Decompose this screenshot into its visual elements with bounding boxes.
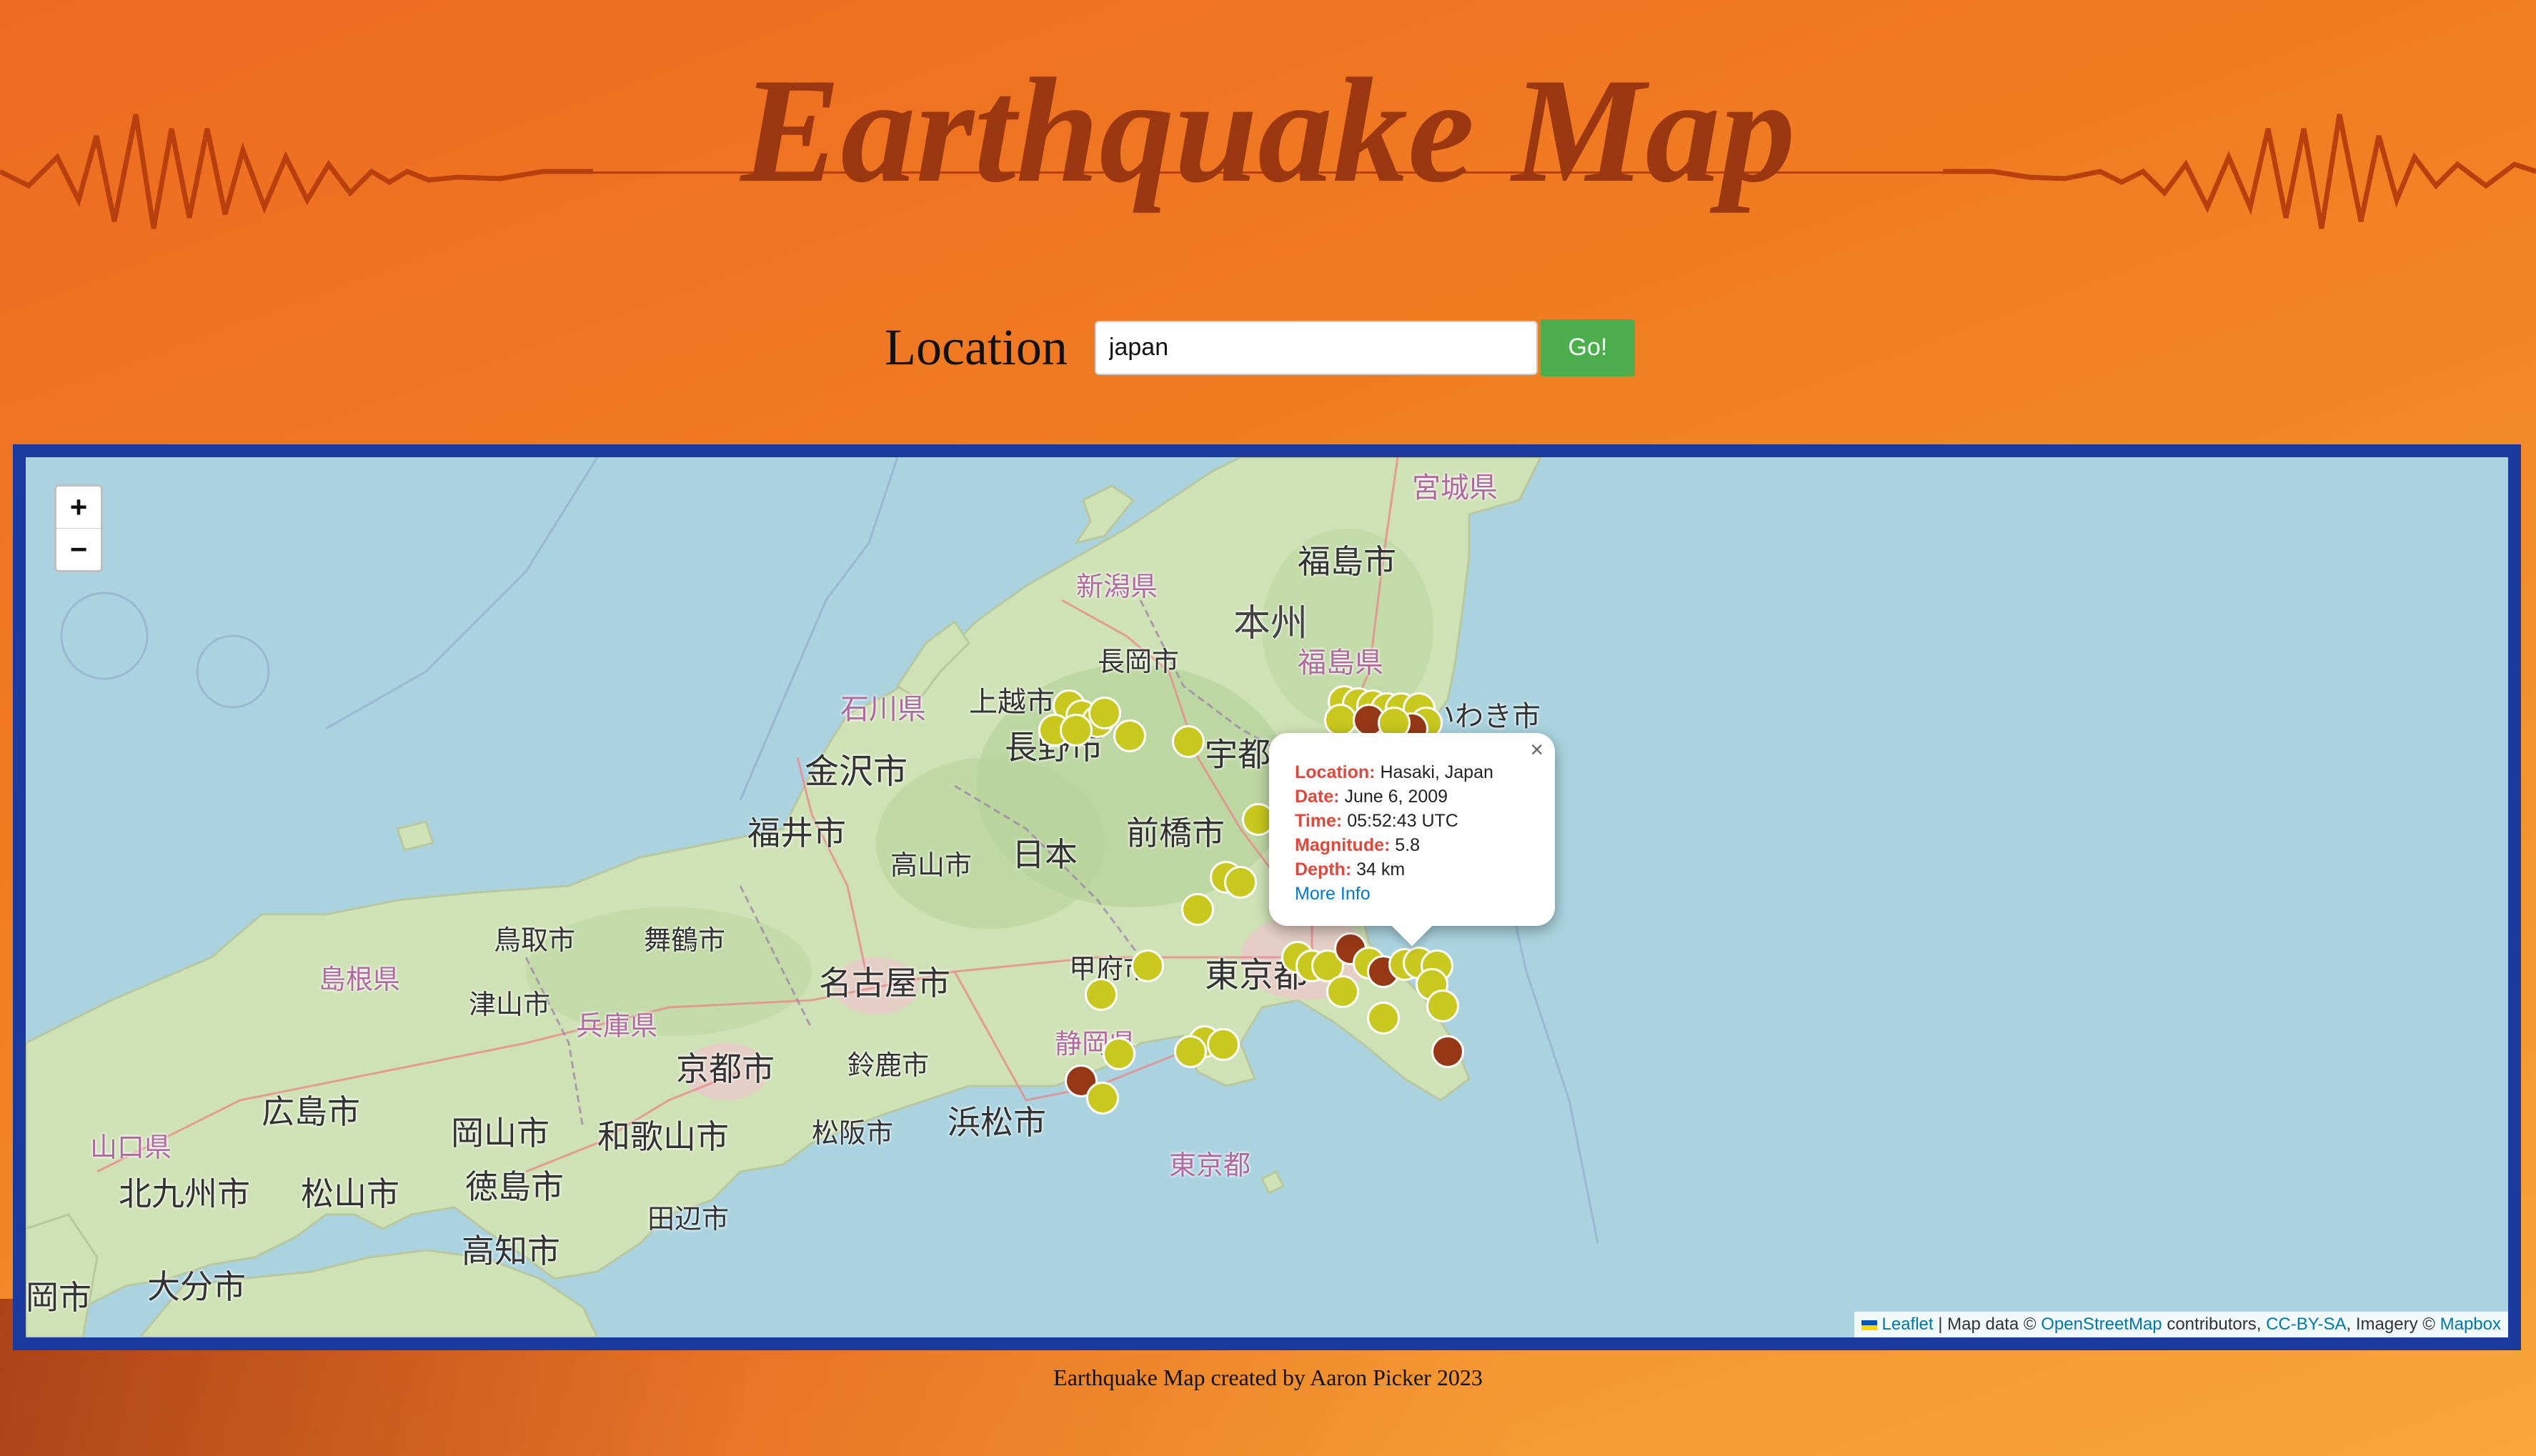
popup-date-value: June 6, 2009 [1344,787,1448,807]
page-title: Earthquake Map [740,48,1796,214]
map-frame: + − 宮城県 新潟県 福島市 本州 福島県 長岡市 石川県 上越市 いわき市 金沢市 長野市 宇都宮… [13,444,2521,1350]
map[interactable]: + − 宮城県 新潟県 福島市 本州 福島県 長岡市 石川県 上越市 いわき市 金沢市 長野市 宇都宮… [26,457,2508,1337]
map-label: 島根県 [319,964,401,995]
popup-location-row: Location: Hasaki, Japan [1295,760,1529,784]
popup-more-info-link[interactable]: More Info [1295,884,1371,904]
map-label: 鈴鹿市 [847,1049,930,1081]
map-label: いわき市 [1426,700,1541,733]
map-label: 福井市 [747,814,846,852]
map-label: 上越市 [969,686,1055,719]
map-label: 長岡市 [1098,646,1180,677]
map-label: 高知市 [462,1232,560,1270]
zoom-in-button[interactable]: + [56,487,101,529]
map-label: 兵庫県 [576,1010,658,1042]
popup-magnitude-row: Magnitude: 5.8 [1295,833,1529,857]
map-label: 福島県 [1298,647,1383,679]
earthquake-marker[interactable] [1085,978,1118,1011]
attribution-text-3: , Imagery © [2346,1315,2440,1334]
map-label: 金沢市 [805,752,908,792]
popup-date-row: Date: June 6, 2009 [1295,784,1529,809]
map-label: 石川県 [840,693,926,726]
popup-depth-row: Depth: 34 km [1295,857,1529,882]
map-label: 舞鶴市 [644,924,726,956]
map-label: 岡市 [26,1278,91,1317]
attribution-text-2: contributors, [2162,1315,2267,1334]
map-attribution: Leaflet | Map data © OpenStreetMap contr… [1854,1312,2508,1337]
map-label: 広島市 [262,1092,360,1131]
page-header: Earthquake Map [0,0,2536,257]
map-label: 北九州市 [119,1175,250,1213]
earthquake-marker[interactable] [1172,725,1205,758]
map-label: 名古屋市 [819,964,950,1002]
map-label: 松阪市 [812,1117,894,1149]
popup-time-value: 05:52:43 UTC [1347,811,1458,831]
popup-location-label: Location: [1295,762,1376,782]
earthquake-marker[interactable] [1181,893,1214,926]
attribution-text-1: | Map data © [1933,1315,2042,1334]
openstreetmap-link[interactable]: OpenStreetMap [2041,1315,2162,1334]
map-label: 津山市 [469,989,551,1020]
map-label: 徳島市 [465,1167,564,1206]
map-label: 宮城県 [1412,472,1498,504]
earthquake-marker[interactable] [1326,975,1359,1008]
earthquake-marker[interactable] [1086,1082,1119,1115]
map-label: 大分市 [147,1267,246,1306]
map-label: 京都市 [676,1049,775,1088]
earthquake-popup: × Location: Hasaki, Japan Date: June 6, … [1269,733,1555,947]
earthquake-marker[interactable] [1367,1002,1400,1034]
popup-time-label: Time: [1295,811,1343,831]
earthquake-marker-major[interactable] [1431,1035,1464,1068]
mapbox-link[interactable]: Mapbox [2440,1315,2501,1334]
ukraine-flag-icon [1861,1320,1877,1330]
popup-magnitude-label: Magnitude: [1295,835,1391,855]
popup-depth-value: 34 km [1356,859,1406,879]
earthquake-marker[interactable] [1426,989,1459,1022]
popup-close-button[interactable]: × [1530,737,1543,762]
location-label: Location [885,319,1068,376]
map-label: 岡山市 [451,1114,550,1152]
go-button[interactable]: Go! [1540,319,1635,377]
earthquake-marker[interactable] [1207,1028,1240,1061]
popup-date-label: Date: [1295,787,1340,807]
popup-depth-label: Depth: [1295,859,1352,879]
map-label: 前橋市 [1126,814,1225,852]
map-label: 本州 [1233,602,1308,645]
location-search-row: Location Go! [885,318,1635,377]
map-label: 浜松市 [948,1103,1046,1142]
earthquake-marker[interactable] [1224,866,1257,899]
leaflet-link[interactable]: Leaflet [1882,1315,1934,1334]
earthquake-marker[interactable] [1174,1035,1207,1068]
zoom-control: + − [54,484,103,572]
location-input[interactable] [1094,320,1538,375]
popup-time-row: Time: 05:52:43 UTC [1295,809,1529,833]
map-label: 田辺市 [647,1203,730,1235]
map-label: 日本 [1012,835,1078,874]
earthquake-marker[interactable] [1131,949,1164,982]
earthquake-marker[interactable] [1113,719,1146,752]
map-label: 新潟県 [1076,571,1158,602]
earthquake-marker[interactable] [1060,714,1093,747]
earthquake-marker[interactable] [1088,697,1121,729]
popup-magnitude-value: 5.8 [1395,835,1421,855]
map-label: 福島市 [1298,542,1396,581]
map-label: 松山市 [301,1175,399,1213]
map-label: 高山市 [890,849,973,881]
footer-credit: Earthquake Map created by Aaron Picker 2… [1053,1365,1483,1390]
map-label: 鳥取市 [494,924,576,956]
zoom-out-button[interactable]: − [56,529,101,570]
cc-by-sa-link[interactable]: CC-BY-SA [2266,1315,2346,1334]
map-label: 和歌山市 [597,1117,729,1156]
map-label: 山口県 [90,1132,172,1163]
earthquake-marker[interactable] [1103,1037,1135,1070]
popup-location-value: Hasaki, Japan [1380,762,1493,782]
map-label: 東京都 [1169,1150,1251,1181]
